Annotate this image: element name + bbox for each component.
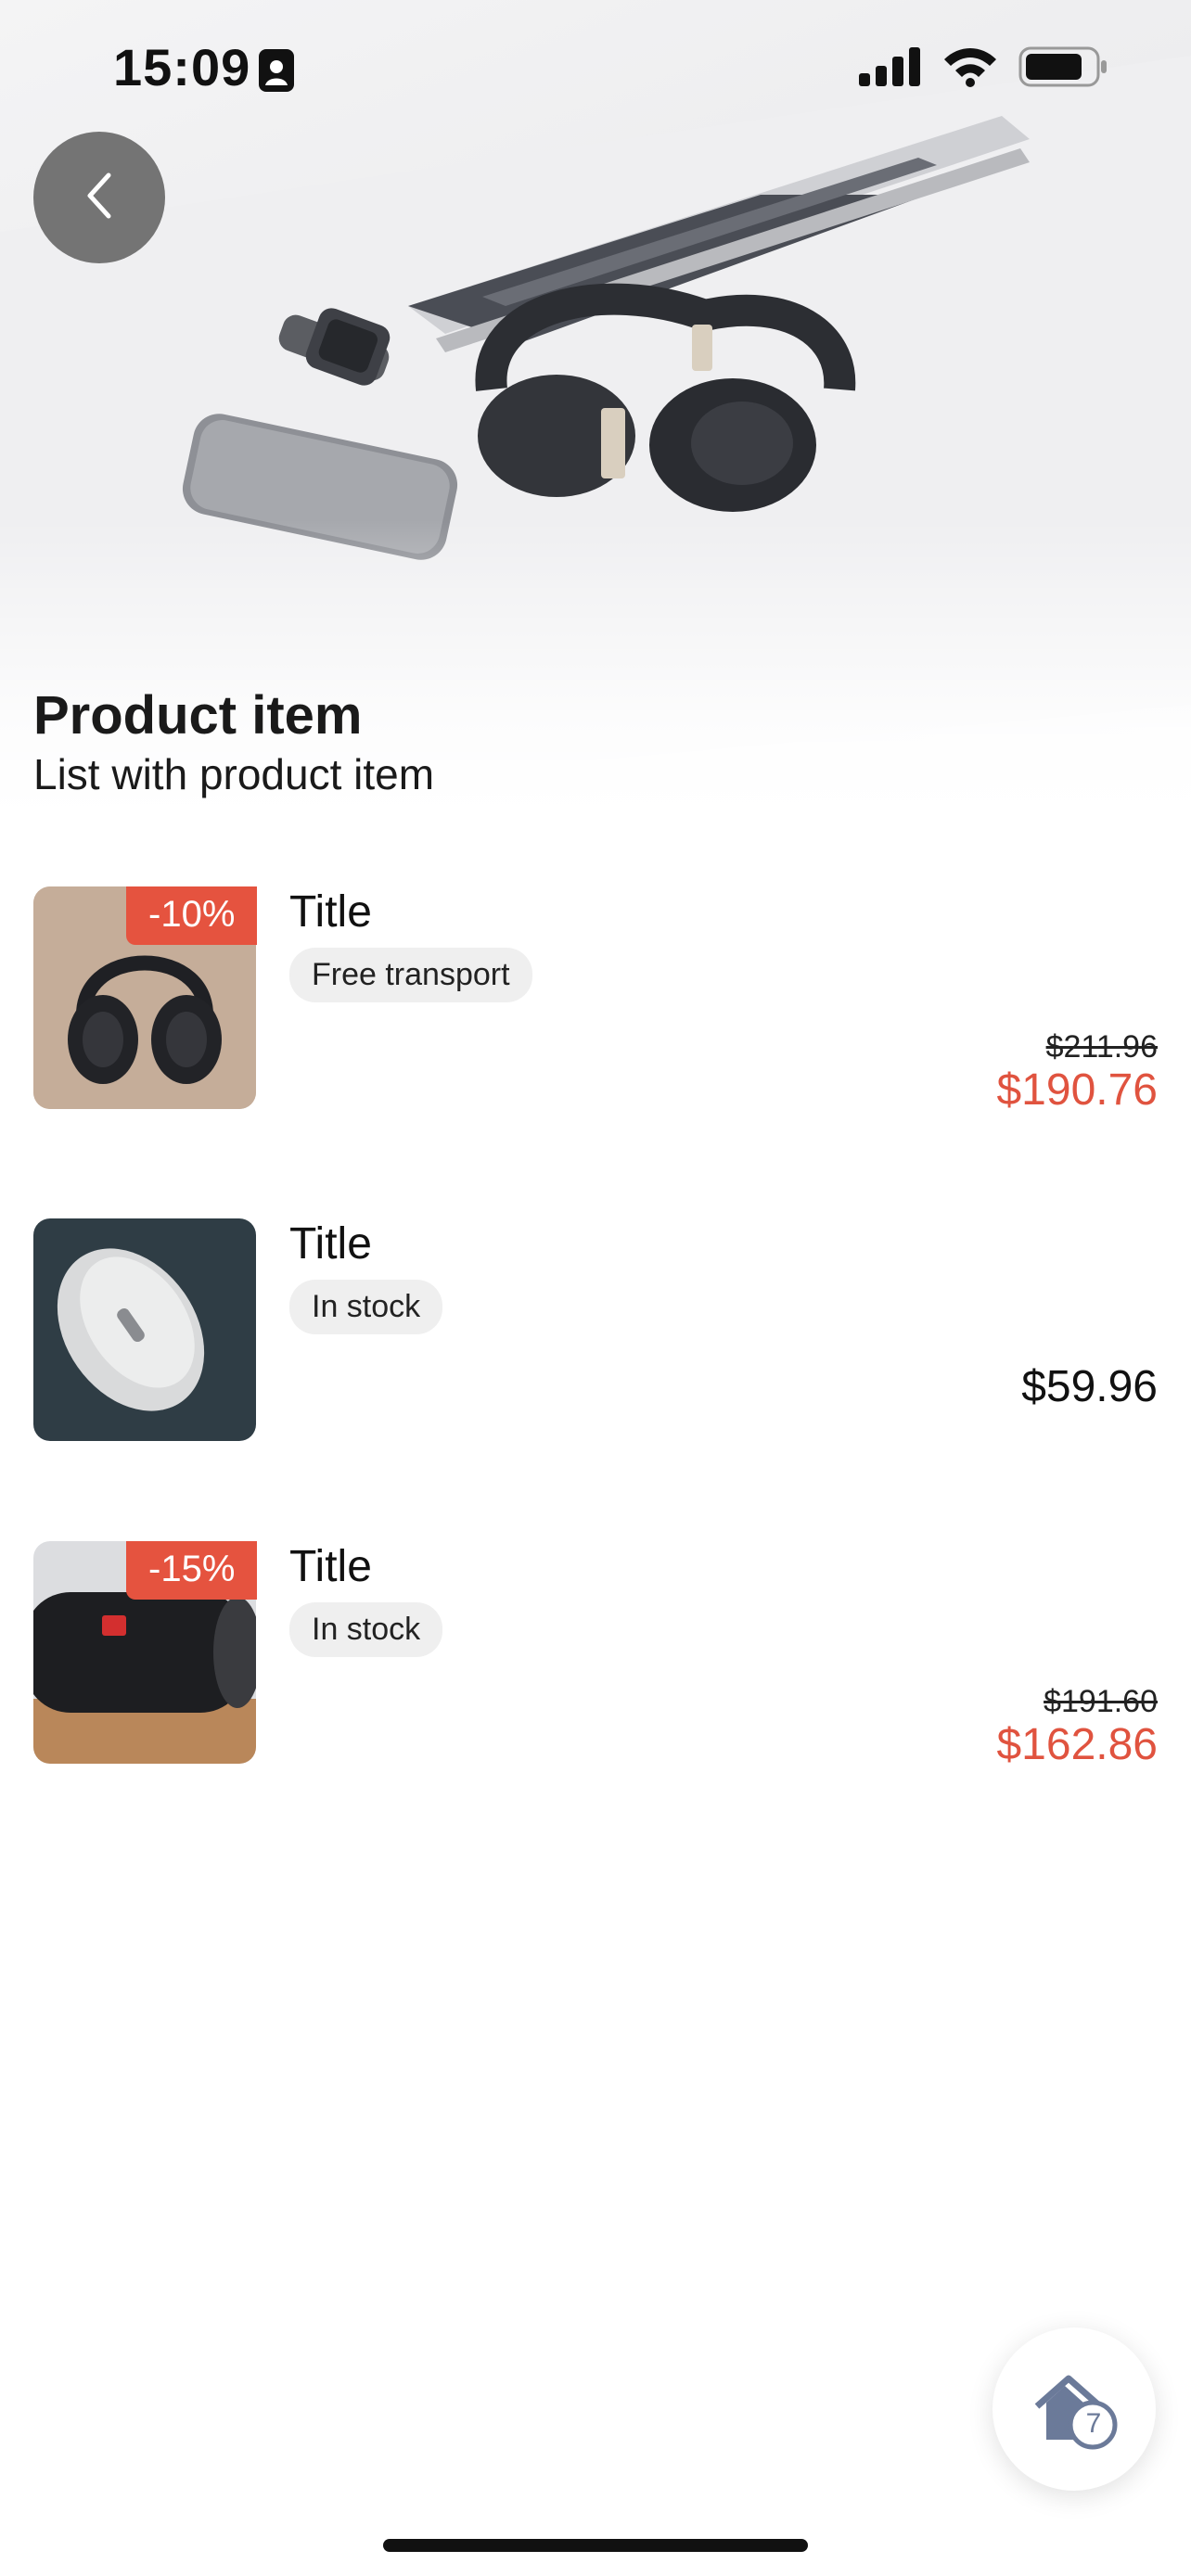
- sale-price: $190.76: [996, 1065, 1158, 1115]
- product-item[interactable]: -15% Title In stock $191.60 $162.86: [33, 1541, 1158, 1769]
- product-item[interactable]: -10% Title Free transport $211.96 $190.7…: [33, 886, 1158, 1115]
- status-time: 15:09: [113, 38, 251, 96]
- discount-badge: -10%: [126, 886, 258, 945]
- back-button[interactable]: [33, 132, 165, 263]
- old-price: $191.60: [1044, 1684, 1158, 1719]
- product-image: [33, 1218, 256, 1441]
- chevron-left-icon: [81, 170, 118, 226]
- discount-badge: -15%: [126, 1541, 258, 1600]
- product-chip: Free transport: [289, 948, 532, 1002]
- home-fab-button[interactable]: 7: [992, 2327, 1156, 2491]
- sale-price: $162.86: [996, 1720, 1158, 1769]
- product-item[interactable]: Title In stock $59.96: [33, 1218, 1158, 1441]
- product-chip: In stock: [289, 1280, 443, 1334]
- status-bar: 15:09: [0, 0, 1191, 139]
- price: $59.96: [1021, 1362, 1158, 1411]
- product-title: Title: [289, 887, 372, 937]
- signal-icon: [859, 47, 922, 91]
- home-badge-count: 7: [1085, 2408, 1102, 2439]
- product-title: Title: [289, 1542, 372, 1591]
- contact-card-icon: [258, 48, 295, 97]
- old-price: $211.96: [1045, 1029, 1158, 1065]
- battery-icon: [1018, 46, 1108, 92]
- page-subtitle: List with product item: [33, 750, 435, 798]
- home-icon: 7: [1028, 2367, 1121, 2451]
- wifi-icon: [942, 46, 998, 92]
- product-title: Title: [289, 1219, 372, 1269]
- page-title: Product item: [33, 685, 363, 746]
- home-indicator: [383, 2539, 808, 2552]
- product-chip: In stock: [289, 1602, 443, 1657]
